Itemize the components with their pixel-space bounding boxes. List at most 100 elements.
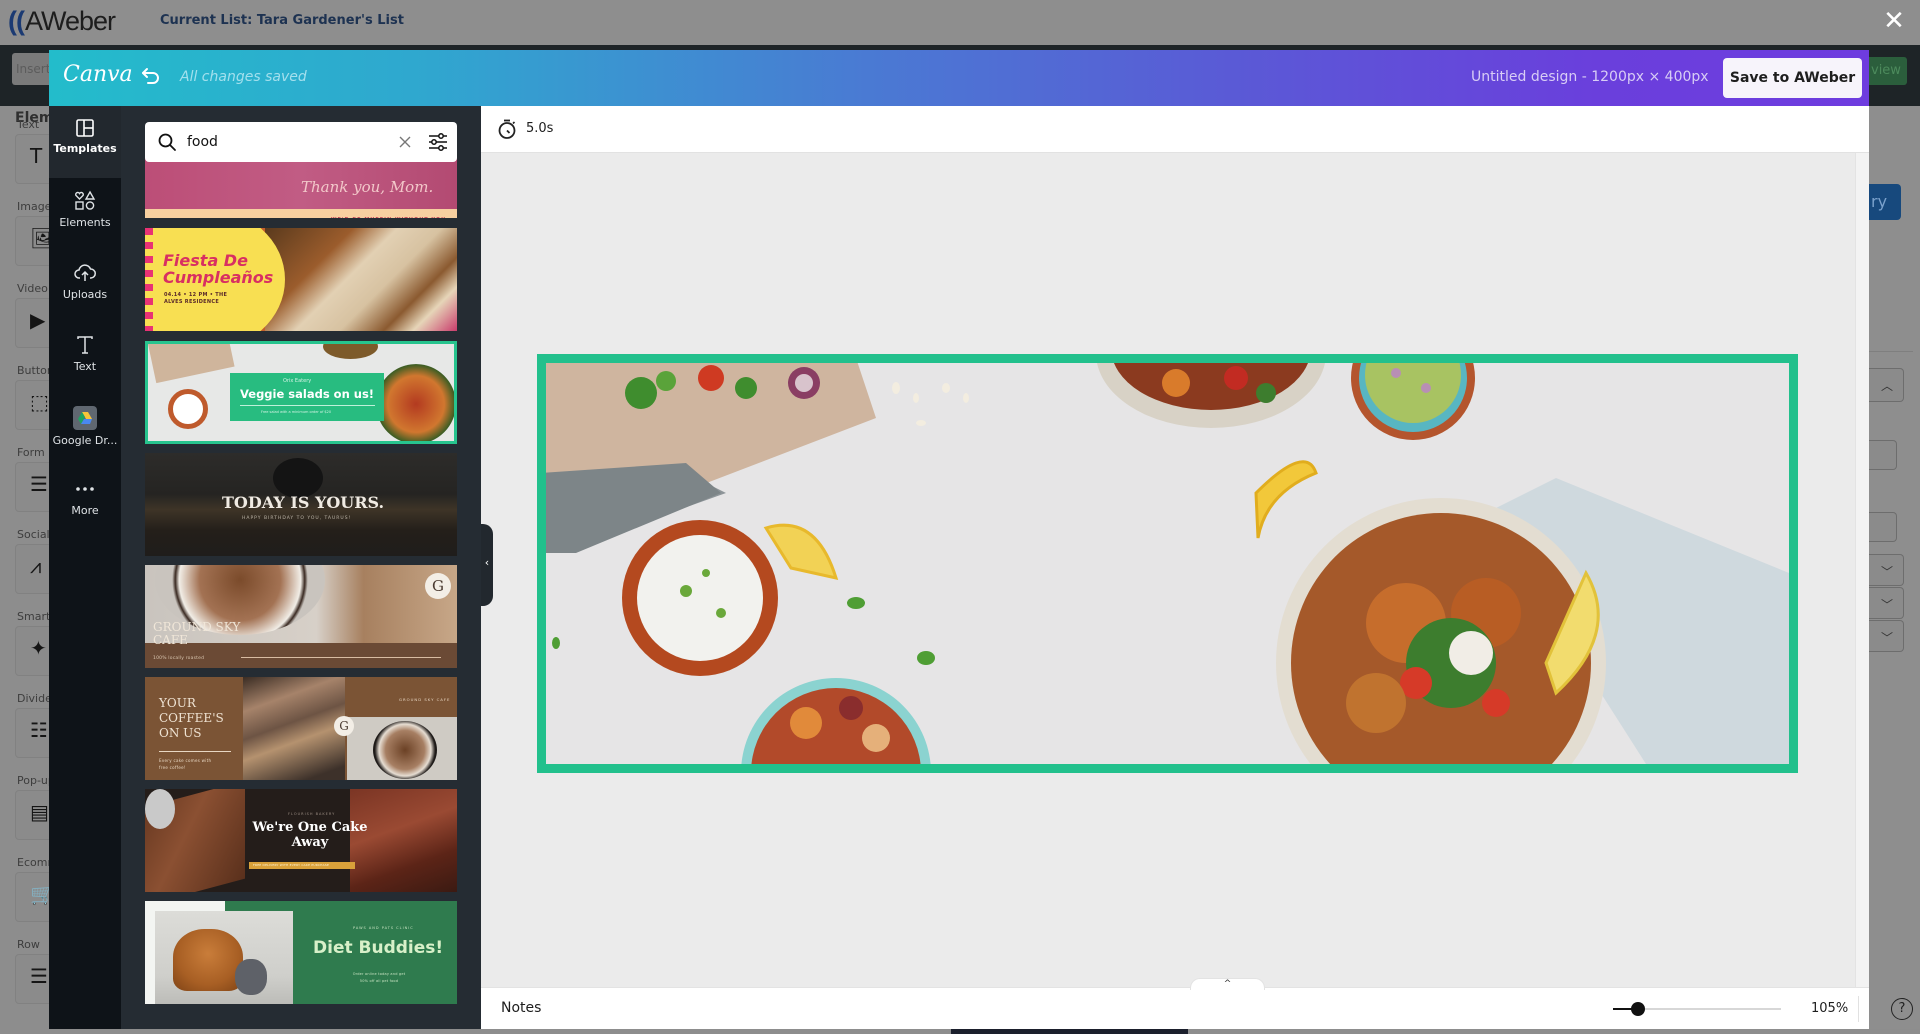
chevron-down-icon: ﹀ (1881, 631, 1894, 645)
templates-icon (76, 119, 94, 137)
settings-input-2[interactable] (1869, 512, 1897, 542)
shapes-icon (75, 190, 96, 210)
zoom-slider[interactable] (1613, 1002, 1781, 1016)
dropdown-3[interactable]: ﹀ (1869, 620, 1904, 652)
template-thumbnail[interactable]: PAWS AND PATS CLINIC Diet Buddies! Order… (145, 901, 457, 1004)
zoom-level[interactable]: 105% (1811, 1001, 1848, 1016)
dropdown-2[interactable]: ﹀ (1869, 587, 1904, 619)
template-thumbnail[interactable]: G GROUND SKY CAFE YOUR COFFEE'S ON US Ev… (145, 677, 457, 780)
search-input[interactable] (187, 130, 387, 154)
spoon-image (145, 789, 175, 829)
nav-google-drive[interactable]: Google Dr... (49, 394, 121, 466)
search-icon (158, 133, 176, 151)
element-icon: ✦ (30, 636, 47, 660)
settings-input-1[interactable] (1869, 440, 1897, 470)
template-title: Fiesta De Cumpleaños (163, 251, 274, 287)
aweber-primary-button[interactable]: ry (1869, 184, 1901, 220)
template-thumbnail[interactable]: G GROUND SKY CAFE 100% locally roasted (145, 565, 457, 668)
close-icon[interactable]: ✕ (1882, 8, 1906, 34)
cloud-upload-icon (74, 264, 96, 281)
template-brand: Orix Eatery (283, 378, 312, 384)
collapse-section-toggle[interactable]: ︿ (1869, 368, 1904, 402)
salad-bowl-image (376, 364, 454, 441)
divider (240, 405, 375, 406)
page-duration[interactable]: 5.0s (526, 121, 553, 136)
dip-bowl-image (168, 389, 208, 429)
undo-icon[interactable] (139, 64, 163, 88)
template-subtitle: FREE DELIVERY WITH EVERY CAKE PURCHASE (253, 863, 330, 867)
element-icon: ⩘ (30, 554, 42, 578)
template-thumbnail[interactable]: FLOURISH BAKERY We're One Cake Away FREE… (145, 789, 457, 892)
insert-field[interactable]: Insert (12, 53, 52, 85)
help-icon[interactable]: ? (1891, 998, 1913, 1020)
element-icon: ⬚ (30, 390, 49, 414)
element-icon: ☷ (30, 718, 48, 742)
nav-label: More (71, 504, 99, 517)
coffee-cup-image (373, 721, 437, 779)
nav-label: Templates (53, 142, 117, 155)
nav-more[interactable]: More (49, 466, 121, 538)
element-icon: ☰ (30, 472, 48, 496)
canvas-bottom-bar: ^ Notes 105% ? (481, 978, 1913, 1029)
zigzag-border (145, 228, 153, 331)
nav-label: Elements (59, 216, 111, 229)
element-icon: ▶ (30, 308, 46, 332)
current-list-label: Current List: Tara Gardener's List (160, 13, 404, 28)
canvas-scrollbar[interactable] (1855, 153, 1869, 1023)
collapse-panel-handle[interactable]: ‹ (481, 524, 493, 606)
timer-icon[interactable] (496, 118, 518, 140)
template-title: GROUND SKY CAFE (153, 620, 241, 647)
design-canvas[interactable] (537, 354, 1798, 773)
template-thumbnail[interactable]: Fiesta De Cumpleaños 04.14 • 12 PM • THE… (145, 228, 457, 331)
chevron-down-icon: ﹀ (1881, 565, 1894, 579)
nav-text[interactable]: Text (49, 322, 121, 394)
aweber-logo: ((AWeber (8, 6, 116, 37)
element-label: Social (17, 528, 50, 541)
element-label: Text (17, 118, 40, 131)
element-label: Row (17, 938, 40, 951)
template-title: Thank you, Mom. (301, 178, 434, 196)
template-thumbnail[interactable]: TODAY IS YOURS. HAPPY BIRTHDAY TO YOU, T… (145, 453, 457, 556)
aweber-settings-panel: ry ︿ ﹀ ﹀ ﹀ (1869, 106, 1920, 1034)
template-search (145, 122, 457, 162)
element-icon: T (30, 144, 43, 168)
filter-icon[interactable] (427, 131, 449, 153)
template-thumbnail-selected[interactable]: Orix Eatery Veggie salads on us! Free sa… (145, 341, 457, 444)
template-title: Veggie salads on us! (240, 387, 375, 401)
clear-search-icon[interactable] (395, 132, 415, 152)
aweber-top-bar: ((AWeber Current List: Tara Gardener's L… (0, 0, 1920, 45)
burritos-photo (265, 228, 457, 331)
nav-templates[interactable]: Templates (49, 106, 121, 178)
dropdown-1[interactable]: ﹀ (1869, 554, 1904, 586)
divider (1858, 996, 1859, 1022)
expand-pages-toggle[interactable]: ^ (1190, 978, 1265, 990)
nav-label: Uploads (62, 288, 108, 301)
template-subtitle: Order online today and get 50% off all p… (352, 972, 406, 983)
divider (1869, 351, 1913, 352)
canva-side-nav: Templates Elements Uploads Text Google D… (49, 106, 121, 1029)
zoom-slider-handle[interactable] (1631, 1002, 1646, 1016)
nav-uploads[interactable]: Uploads (49, 250, 121, 322)
template-title: YOUR COFFEE'S ON US (159, 696, 224, 740)
cat-image (235, 959, 267, 995)
dip-bowl-image (622, 520, 778, 676)
chevron-up-icon: ^ (1223, 979, 1232, 989)
element-icon: ☰ (30, 964, 48, 988)
save-to-aweber-button[interactable]: Save to AWeber (1723, 58, 1862, 98)
element-label: Smart (17, 610, 51, 623)
g-badge: G (334, 716, 354, 736)
template-title: We're One Cake Away (252, 820, 368, 850)
preview-button[interactable]: view (1869, 57, 1907, 85)
nav-elements[interactable]: Elements (49, 178, 121, 250)
template-subtitle: Every cake comes with free coffee! (159, 758, 212, 770)
templates-panel: Thank you, Mom. WE'D BE MUFFIN WITHOUT Y… (121, 106, 481, 1029)
aweber-elements-panel: Eleme Text T Image 🖼 Video ▶ Button ⬚ Form ☰ Socia… (0, 106, 75, 1034)
template-subtitle: HAPPY BIRTHDAY TO YOU, TAURUS! (242, 516, 352, 521)
design-title[interactable]: Untitled design - 1200px × 400px (1471, 69, 1709, 85)
canva-header: Canva All changes saved Untitled design … (49, 50, 1869, 106)
aweber-bottom-dark (951, 1029, 1188, 1034)
notes-button[interactable]: Notes (501, 1000, 541, 1016)
template-brand: PAWS AND PATS CLINIC (353, 926, 414, 930)
template-title: TODAY IS YOURS. (222, 493, 385, 512)
canva-logo[interactable]: Canva (63, 62, 133, 87)
